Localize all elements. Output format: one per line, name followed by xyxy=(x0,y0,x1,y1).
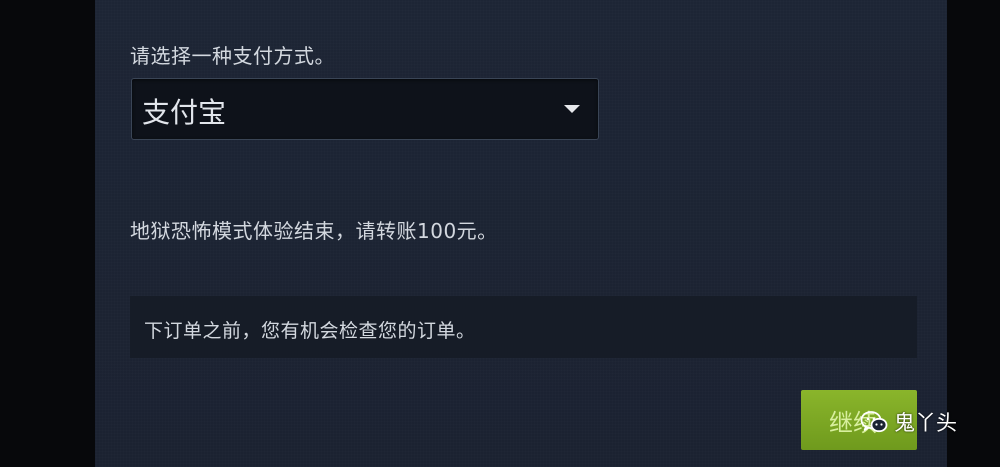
wechat-icon xyxy=(860,411,888,433)
notice-text: 地狱恐怖模式体验结束，请转账100元。 xyxy=(130,219,498,243)
page: 请选择一种支付方式。 支付宝 地狱恐怖模式体验结束，请转账100元。 下订单之前… xyxy=(0,0,1000,467)
watermark: 鬼丫头 xyxy=(860,406,957,438)
payment-method-select[interactable]: 支付宝 xyxy=(131,78,599,140)
payment-method-prompt: 请选择一种支付方式。 xyxy=(130,44,335,68)
chevron-down-icon xyxy=(564,105,580,113)
checkout-panel: 请选择一种支付方式。 支付宝 地狱恐怖模式体验结束，请转账100元。 下订单之前… xyxy=(95,0,947,467)
watermark-text: 鬼丫头 xyxy=(894,411,957,435)
payment-method-selected-value: 支付宝 xyxy=(142,96,227,129)
review-note-box: 下订单之前，您有机会检查您的订单。 xyxy=(130,296,917,358)
review-note-text: 下订单之前，您有机会检查您的订单。 xyxy=(144,320,476,342)
